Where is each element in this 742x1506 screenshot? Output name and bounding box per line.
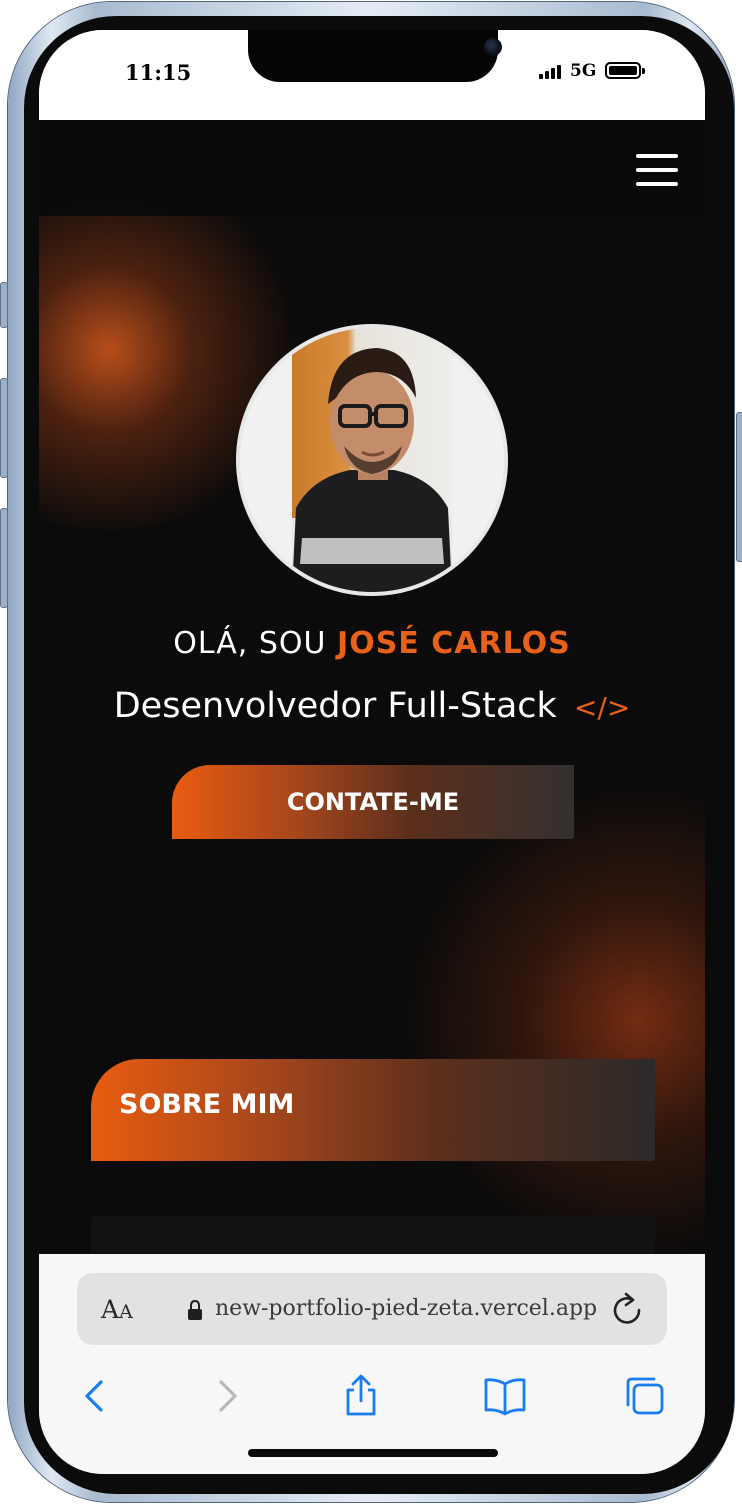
- role-text: Desenvolvedor Full-Stack: [113, 686, 557, 726]
- profile-avatar: [236, 324, 508, 596]
- contact-button[interactable]: CONTATE-ME: [172, 765, 574, 839]
- status-time: 11:15: [125, 60, 192, 85]
- browser-toolbar: AA new-portfolio-pied-zeta.vercel.app: [39, 1254, 705, 1474]
- person-portrait: [292, 348, 452, 592]
- about-title: SOBRE MIM: [119, 1089, 295, 1120]
- phone-screen: 11:15 5G OLÁ, SOU JOSÉ CARLOS Desenvolve…: [39, 30, 705, 1474]
- power-button: [736, 412, 742, 562]
- network-type: 5G: [570, 61, 597, 81]
- greeting-prefix: OLÁ, SOU: [173, 626, 327, 661]
- developer-name: JOSÉ CARLOS: [337, 626, 571, 661]
- silent-switch: [0, 282, 8, 328]
- volume-down-button: [0, 508, 8, 608]
- about-section-header: SOBRE MIM: [91, 1059, 655, 1161]
- profile-photo: [292, 328, 452, 592]
- bookmarks-icon[interactable]: [483, 1374, 527, 1418]
- status-bar: 11:15 5G: [39, 30, 705, 120]
- hamburger-menu-icon[interactable]: [636, 154, 678, 186]
- lock-icon: [188, 1300, 202, 1320]
- battery-full-icon: [605, 62, 645, 79]
- url-text[interactable]: new-portfolio-pied-zeta.vercel.app: [215, 1296, 597, 1321]
- about-content-card: [91, 1216, 655, 1254]
- front-camera: [484, 38, 502, 56]
- site-header: [39, 120, 705, 216]
- volume-up-button: [0, 378, 8, 478]
- reload-icon[interactable]: [611, 1291, 643, 1327]
- home-indicator: [248, 1449, 498, 1457]
- cellular-signal-icon: [539, 65, 563, 79]
- webpage: OLÁ, SOU JOSÉ CARLOS Desenvolvedor Full-…: [39, 120, 705, 1254]
- tabs-icon[interactable]: [623, 1374, 667, 1418]
- forward-icon[interactable]: [205, 1374, 249, 1418]
- text-size-button[interactable]: AA: [101, 1295, 133, 1324]
- code-icon: </>: [573, 691, 631, 724]
- back-icon[interactable]: [73, 1374, 117, 1418]
- share-icon[interactable]: [339, 1374, 383, 1418]
- hero-role: Desenvolvedor Full-Stack </>: [39, 686, 705, 726]
- hero-greeting: OLÁ, SOU JOSÉ CARLOS: [39, 626, 705, 661]
- camera-notch: [248, 30, 502, 82]
- address-bar[interactable]: AA new-portfolio-pied-zeta.vercel.app: [77, 1273, 667, 1345]
- decorative-glow: [399, 780, 705, 1254]
